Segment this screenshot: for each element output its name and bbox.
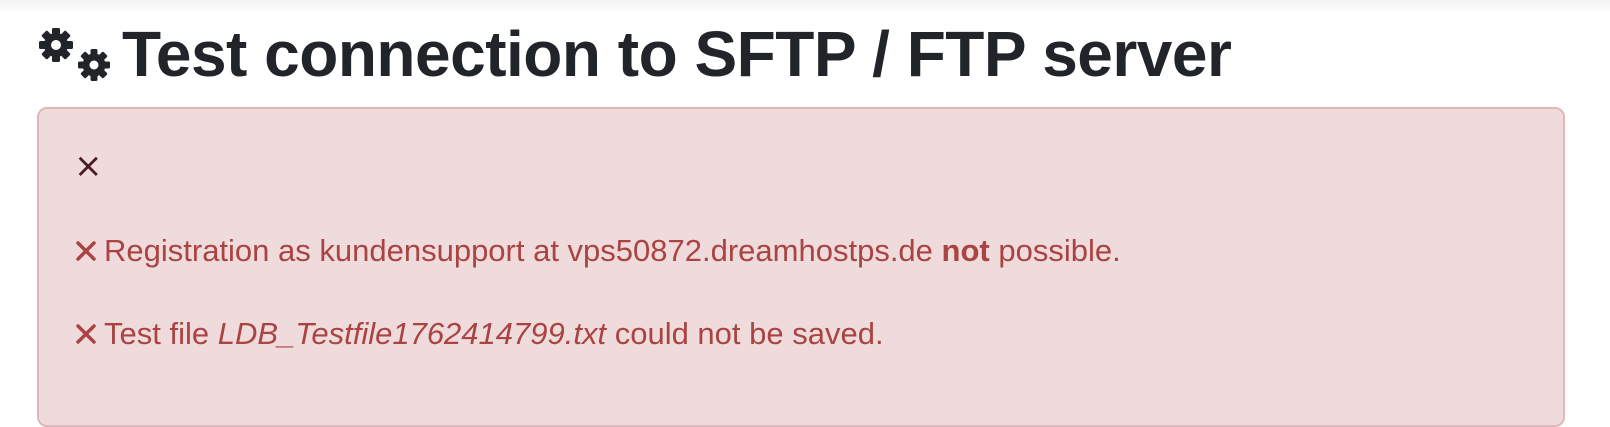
gears-icon bbox=[39, 28, 110, 81]
error-message-testfile: Test file LDB_Testfile1762414799.txt cou… bbox=[74, 318, 884, 349]
error-message-registration: Registration as kundensupport at vps5087… bbox=[74, 235, 1121, 266]
top-shadow bbox=[0, 0, 1610, 14]
message-text: Test file bbox=[104, 316, 218, 351]
test-file-name: LDB_Testfile1762414799.txt bbox=[217, 316, 607, 351]
close-button[interactable]: × bbox=[74, 149, 103, 183]
message-emphasis: not bbox=[941, 233, 990, 268]
x-mark-icon bbox=[76, 324, 96, 344]
error-alert: × Registration as kundensupport at vps50… bbox=[37, 107, 1565, 427]
message-text: possible. bbox=[989, 233, 1121, 268]
message-text: Registration as kundensupport at vps5087… bbox=[104, 233, 942, 268]
page-title: Test connection to SFTP / FTP server bbox=[122, 18, 1232, 90]
message-text: could not be saved. bbox=[606, 316, 884, 351]
x-mark-icon bbox=[76, 241, 96, 261]
page-header: Test connection to SFTP / FTP server bbox=[34, 14, 1232, 94]
